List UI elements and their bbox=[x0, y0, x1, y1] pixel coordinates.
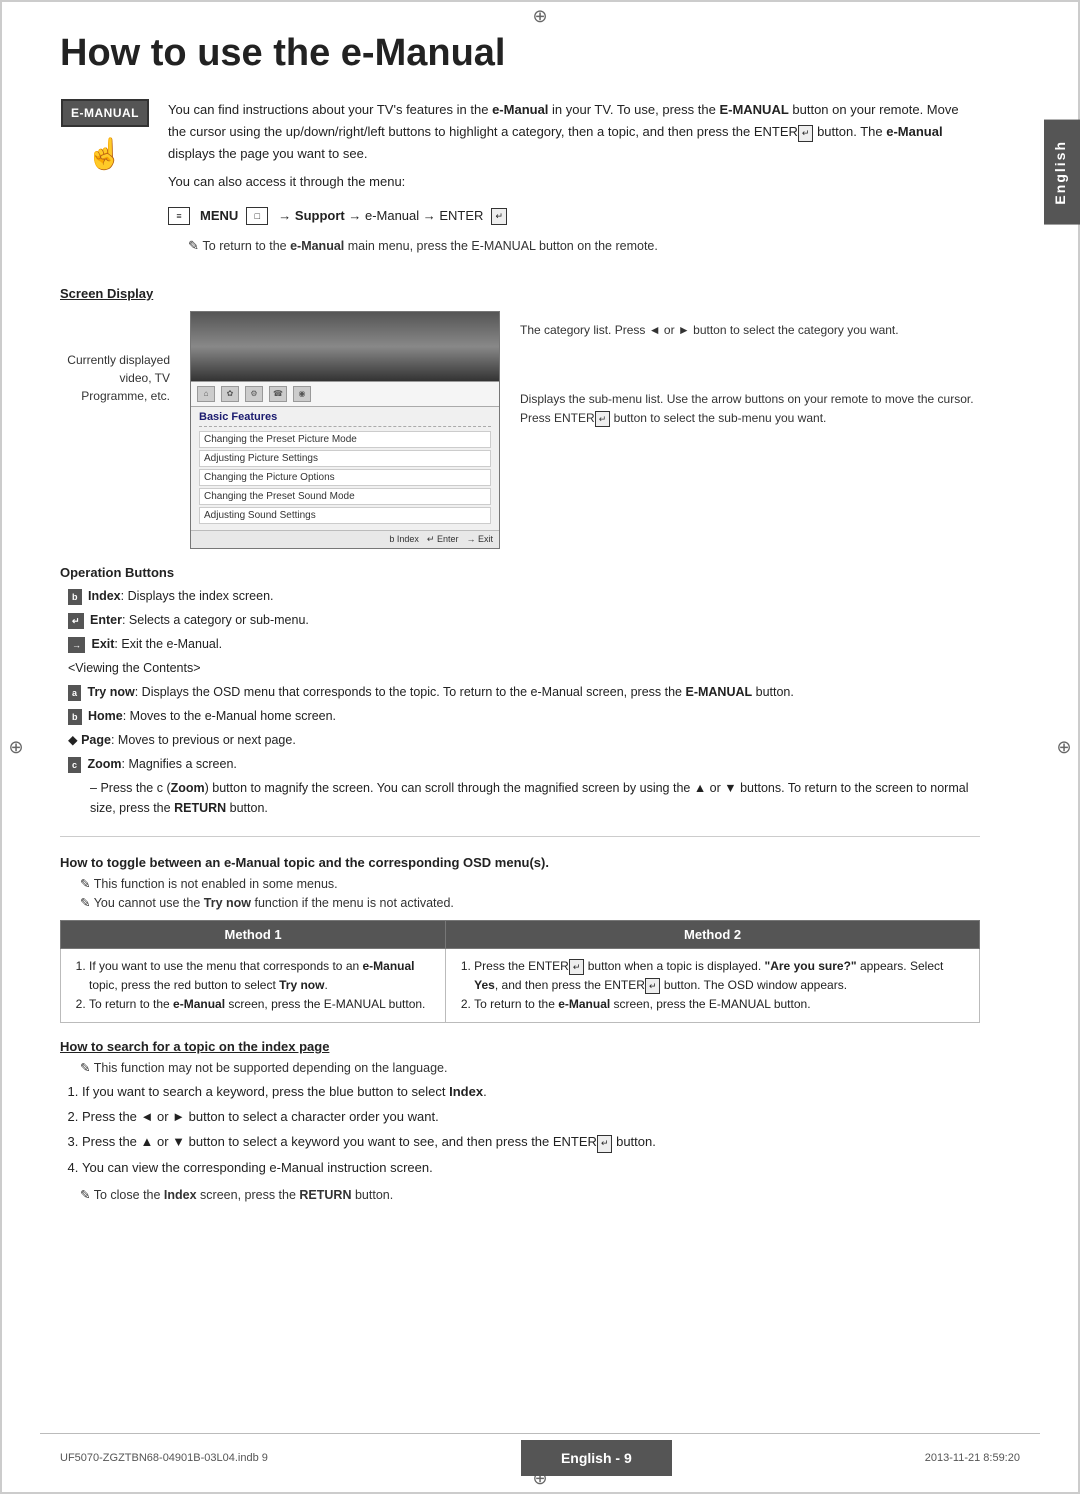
compass-top: ⊕ bbox=[530, 6, 550, 26]
right-label-bottom: Displays the sub-menu list. Use the arro… bbox=[520, 390, 980, 428]
menu-item-1: Changing the Preset Picture Mode bbox=[199, 431, 491, 448]
menu-instruction: ≡ MENU□ → Support → e-Manual → ENTER↵ bbox=[168, 205, 980, 227]
screen-mock-icons: ⌂ ✿ ⚙ ☎ ◉ bbox=[191, 382, 499, 407]
method2-cell: Press the ENTER↵ button when a topic is … bbox=[446, 948, 980, 1023]
screen-display-section: Currently displayedvideo, TVProgramme, e… bbox=[60, 311, 980, 549]
menu-item-4: Changing the Preset Sound Mode bbox=[199, 488, 491, 505]
method1-header: Method 1 bbox=[61, 920, 446, 948]
screen-video-area bbox=[191, 312, 499, 382]
operation-buttons-title: Operation Buttons bbox=[60, 565, 980, 580]
index-step-1: If you want to search a keyword, press t… bbox=[82, 1081, 980, 1103]
intro-text: You can find instructions about your TV'… bbox=[168, 99, 980, 268]
screen-footer: b Index ↵ Enter → Exit bbox=[191, 530, 499, 548]
index-heading: How to search for a topic on the index p… bbox=[60, 1039, 980, 1054]
right-label-top: The category list. Press ◄ or ► button t… bbox=[520, 321, 980, 340]
page-border-left bbox=[0, 0, 2, 1494]
icon3: ⚙ bbox=[245, 386, 263, 402]
toggle-note1: This function is not enabled in some men… bbox=[80, 876, 980, 891]
intro-para2: You can also access it through the menu: bbox=[168, 171, 980, 193]
op-trynow: a Try now: Displays the OSD menu that co… bbox=[68, 682, 980, 702]
screen-label-right: The category list. Press ◄ or ► button t… bbox=[520, 311, 980, 429]
footer-divider bbox=[40, 1433, 1040, 1434]
intro-section: E-MANUAL ☝ You can find instructions abo… bbox=[60, 99, 980, 268]
op-index: b Index: Displays the index screen. bbox=[68, 586, 980, 606]
page-title: How to use the e-Manual bbox=[60, 32, 980, 75]
operation-buttons-section: Operation Buttons b Index: Displays the … bbox=[60, 565, 980, 818]
menu-title: Basic Features bbox=[199, 411, 491, 427]
icon5: ◉ bbox=[293, 386, 311, 402]
index-steps-list: If you want to search a keyword, press t… bbox=[60, 1081, 980, 1178]
footer-page-label: English - 9 bbox=[521, 1440, 672, 1476]
footer-right-text: 2013-11-21 8:59:20 bbox=[925, 1452, 1020, 1464]
method1-cell: If you want to use the menu that corresp… bbox=[61, 948, 446, 1023]
enter-symbol: ↵ bbox=[491, 208, 507, 225]
toggle-note2: You cannot use the Try now function if t… bbox=[80, 895, 980, 910]
op-zoom-detail: Press the c (Zoom) button to magnify the… bbox=[90, 778, 980, 818]
footer-left-text: UF5070-ZGZTBN68-04901B-03L04.indb 9 bbox=[60, 1452, 268, 1464]
hand-icon: ☝ bbox=[86, 137, 123, 172]
screen-mock-menu: Basic Features Changing the Preset Pictu… bbox=[191, 407, 499, 530]
menu-item-5: Adjusting Sound Settings bbox=[199, 507, 491, 524]
screen-label-left: Currently displayedvideo, TVProgramme, e… bbox=[60, 311, 170, 405]
footer-exit: → Exit bbox=[466, 534, 493, 545]
screen-display-heading: Screen Display bbox=[60, 286, 980, 301]
menu-item-2: Adjusting Picture Settings bbox=[199, 450, 491, 467]
footer-enter: ↵ Enter bbox=[427, 534, 459, 545]
toggle-heading: How to toggle between an e-Manual topic … bbox=[60, 855, 980, 870]
compass-left: ⊕ bbox=[6, 737, 26, 757]
methods-table: Method 1 Method 2 If you want to use the… bbox=[60, 920, 980, 1024]
page-footer: UF5070-ZGZTBN68-04901B-03L04.indb 9 Engl… bbox=[0, 1440, 1080, 1476]
intro-note: To return to the e-Manual main menu, pre… bbox=[188, 235, 980, 257]
op-home: b Home: Moves to the e-Manual home scree… bbox=[68, 706, 980, 726]
index-step-4: You can view the corresponding e-Manual … bbox=[82, 1157, 980, 1179]
index-note2: To close the Index screen, press the RET… bbox=[80, 1187, 980, 1202]
menu-box-icon: □ bbox=[246, 207, 268, 225]
screen-mock: ⌂ ✿ ⚙ ☎ ◉ Basic Features Changing the Pr… bbox=[190, 311, 500, 549]
toggle-section: How to toggle between an e-Manual topic … bbox=[60, 855, 980, 1024]
emanual-badge-area: E-MANUAL ☝ bbox=[60, 99, 150, 172]
op-page: ◆ Page: Moves to previous or next page. bbox=[68, 730, 980, 750]
section-divider bbox=[60, 836, 980, 837]
icon2: ✿ bbox=[221, 386, 239, 402]
menu-icon: ≡ bbox=[168, 207, 190, 225]
footer-index: b Index bbox=[389, 534, 419, 545]
icon1: ⌂ bbox=[197, 386, 215, 402]
viewing-contents: <Viewing the Contents> bbox=[68, 658, 980, 678]
page-border-top bbox=[0, 0, 1080, 2]
menu-item-3: Changing the Picture Options bbox=[199, 469, 491, 486]
index-step-2: Press the ◄ or ► button to select a char… bbox=[82, 1106, 980, 1128]
op-zoom: c Zoom: Magnifies a screen. bbox=[68, 754, 980, 774]
op-enter: ↵ Enter: Selects a category or sub-menu. bbox=[68, 610, 980, 630]
op-exit: → Exit: Exit the e-Manual. bbox=[68, 634, 980, 654]
compass-right: ⊕ bbox=[1054, 737, 1074, 757]
emanual-badge: E-MANUAL bbox=[61, 99, 149, 127]
index-step-3: Press the ▲ or ▼ button to select a keyw… bbox=[82, 1131, 980, 1153]
language-tab: English bbox=[1044, 120, 1080, 225]
method2-header: Method 2 bbox=[446, 920, 980, 948]
index-section: How to search for a topic on the index p… bbox=[60, 1039, 980, 1201]
icon4: ☎ bbox=[269, 386, 287, 402]
index-note1: This function may not be supported depen… bbox=[80, 1060, 980, 1075]
